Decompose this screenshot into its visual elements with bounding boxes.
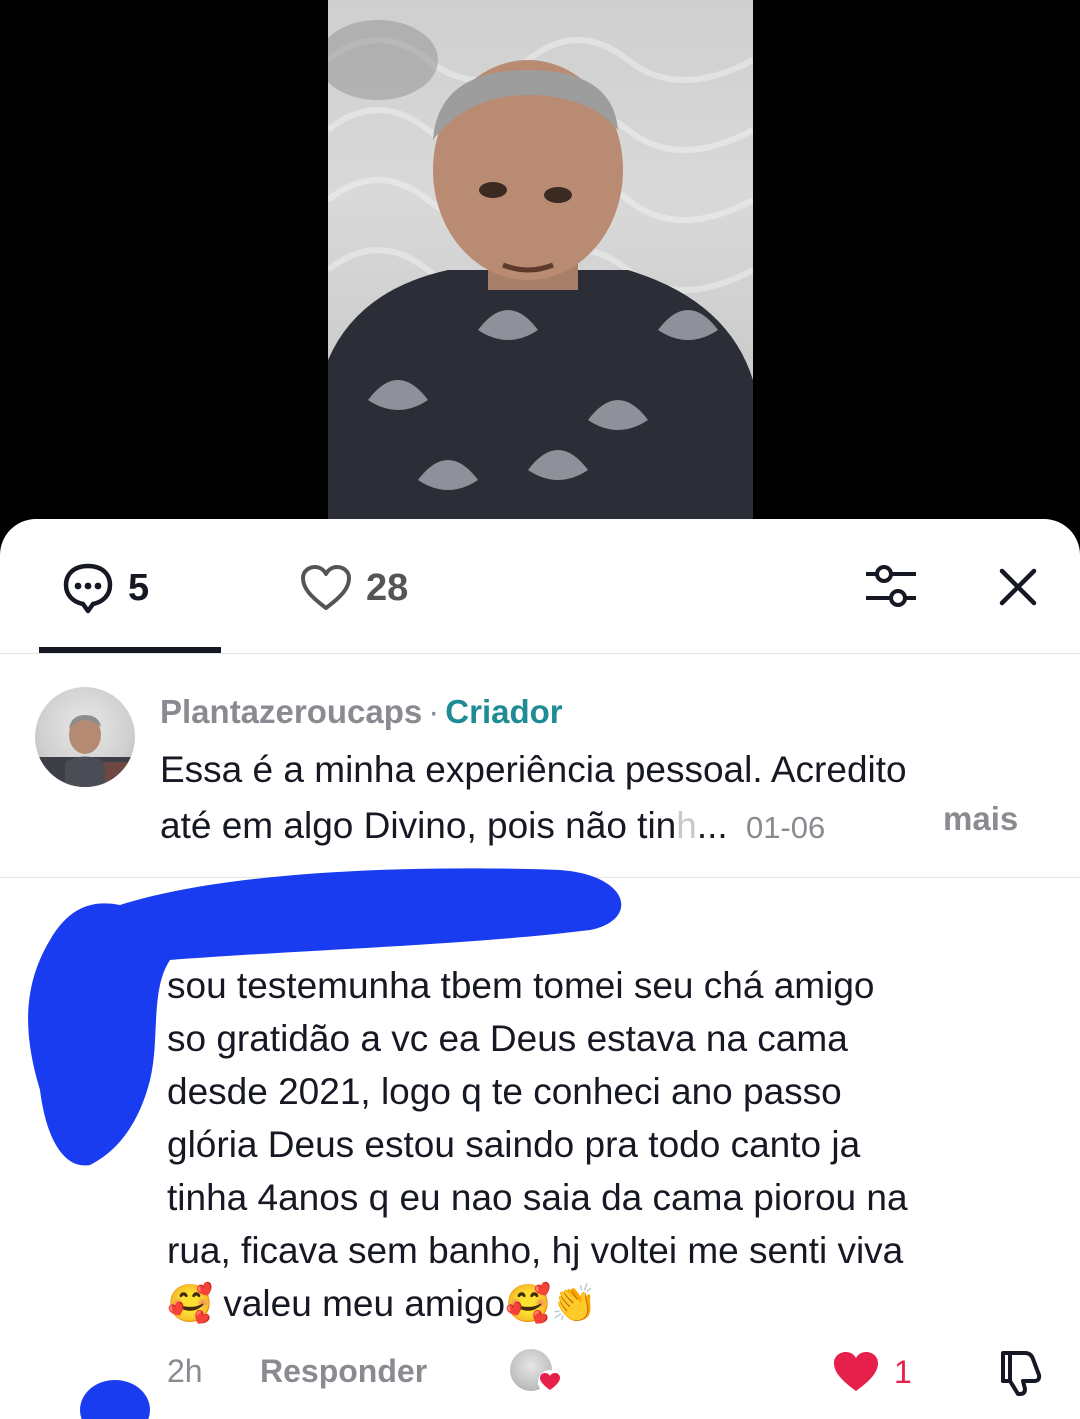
more-button[interactable]: mais: [943, 800, 1018, 838]
close-button[interactable]: [990, 559, 1046, 615]
video-person-image: [328, 20, 753, 560]
thumbs-down-icon: [1001, 1351, 1042, 1396]
comment-text-line: sou testemunha tbem tomei seu chá amigo: [167, 965, 875, 1006]
tab-likes[interactable]: 28: [300, 563, 408, 613]
comment-actions: 2h Responder 1: [167, 1347, 1047, 1397]
comment-text-line: tinha 4anos q eu nao saia da cama piorou…: [167, 1177, 908, 1218]
heart-outline-icon: [301, 565, 351, 610]
comment-text-line: Essa é a minha experiência pessoal. Acre…: [160, 749, 907, 790]
creator-badge: Criador: [445, 693, 563, 730]
like-button[interactable]: 1: [832, 1347, 912, 1397]
video-frame: [328, 0, 753, 560]
dislike-button[interactable]: [995, 1347, 1045, 1397]
comment-text-fragment: valeu meu amigo: [213, 1283, 506, 1324]
comment-text-line: rua, ficava sem banho, hj voltei me sent…: [167, 1230, 904, 1271]
user-comment: sou testemunha tbem tomei seu chá amigo …: [0, 879, 1080, 1419]
comment-username[interactable]: Plantazeroucaps: [160, 693, 422, 730]
creator-comment: Plantazeroucaps · Criador Essa é a minha e…: [0, 654, 1080, 878]
comment-date: 01-06: [745, 810, 826, 845]
comment-text-fade: h: [676, 805, 697, 846]
emoji-group: 🥰👏: [505, 1282, 598, 1325]
like-count: 1: [894, 1353, 912, 1390]
comments-sheet: 5 28 Plantazeroucaps · Criador Essa é a …: [0, 519, 1080, 1419]
likes-count: 28: [366, 566, 409, 609]
comment-text-line: glória Deus estou saindo pra todo canto …: [167, 1124, 861, 1165]
comment-text: sou testemunha tbem tomei seu chá amigo …: [167, 959, 1047, 1330]
avatar[interactable]: [35, 687, 135, 787]
tab-comments[interactable]: 5: [62, 563, 150, 614]
comment-text-fragment: até em algo Divino, pois não tin: [160, 805, 677, 846]
separator-dot: ·: [428, 693, 440, 730]
comment-header: Plantazeroucaps · Criador: [160, 692, 563, 732]
screen: 5 28 Plantazeroucaps · Criador Essa é a …: [0, 0, 1080, 1419]
reply-button[interactable]: Responder: [260, 1353, 427, 1390]
comments-tabs: 5 28: [0, 519, 1080, 654]
comment-text: Essa é a minha experiência pessoal. Acre…: [160, 742, 1040, 856]
active-tab-indicator: [39, 647, 221, 653]
filter-button[interactable]: [862, 561, 920, 611]
comment-text-line: 🥰 valeu meu amigo🥰👏: [167, 1277, 1047, 1330]
comment-time: 2h: [167, 1353, 203, 1389]
smiling-hearts-emoji: 🥰: [167, 1282, 214, 1325]
avatar-image: [35, 715, 135, 787]
sliders-icon: [866, 565, 916, 607]
comment-text-line: desde 2021, logo q te conheci ano passo: [167, 1071, 842, 1112]
heart-filled-icon: [538, 1370, 562, 1394]
comments-count: 5: [128, 566, 150, 609]
comment-text-line: até em algo Divino, pois não tinh... 01-…: [160, 798, 1040, 856]
close-icon: [999, 568, 1037, 606]
comment-text-line: so gratidão a vc ea Deus estava na cama: [167, 1018, 848, 1059]
ellipsis: ...: [696, 805, 728, 846]
comment-bubble-icon: [63, 563, 113, 614]
video-player[interactable]: [0, 0, 1080, 560]
heart-filled-icon: [834, 1352, 878, 1391]
